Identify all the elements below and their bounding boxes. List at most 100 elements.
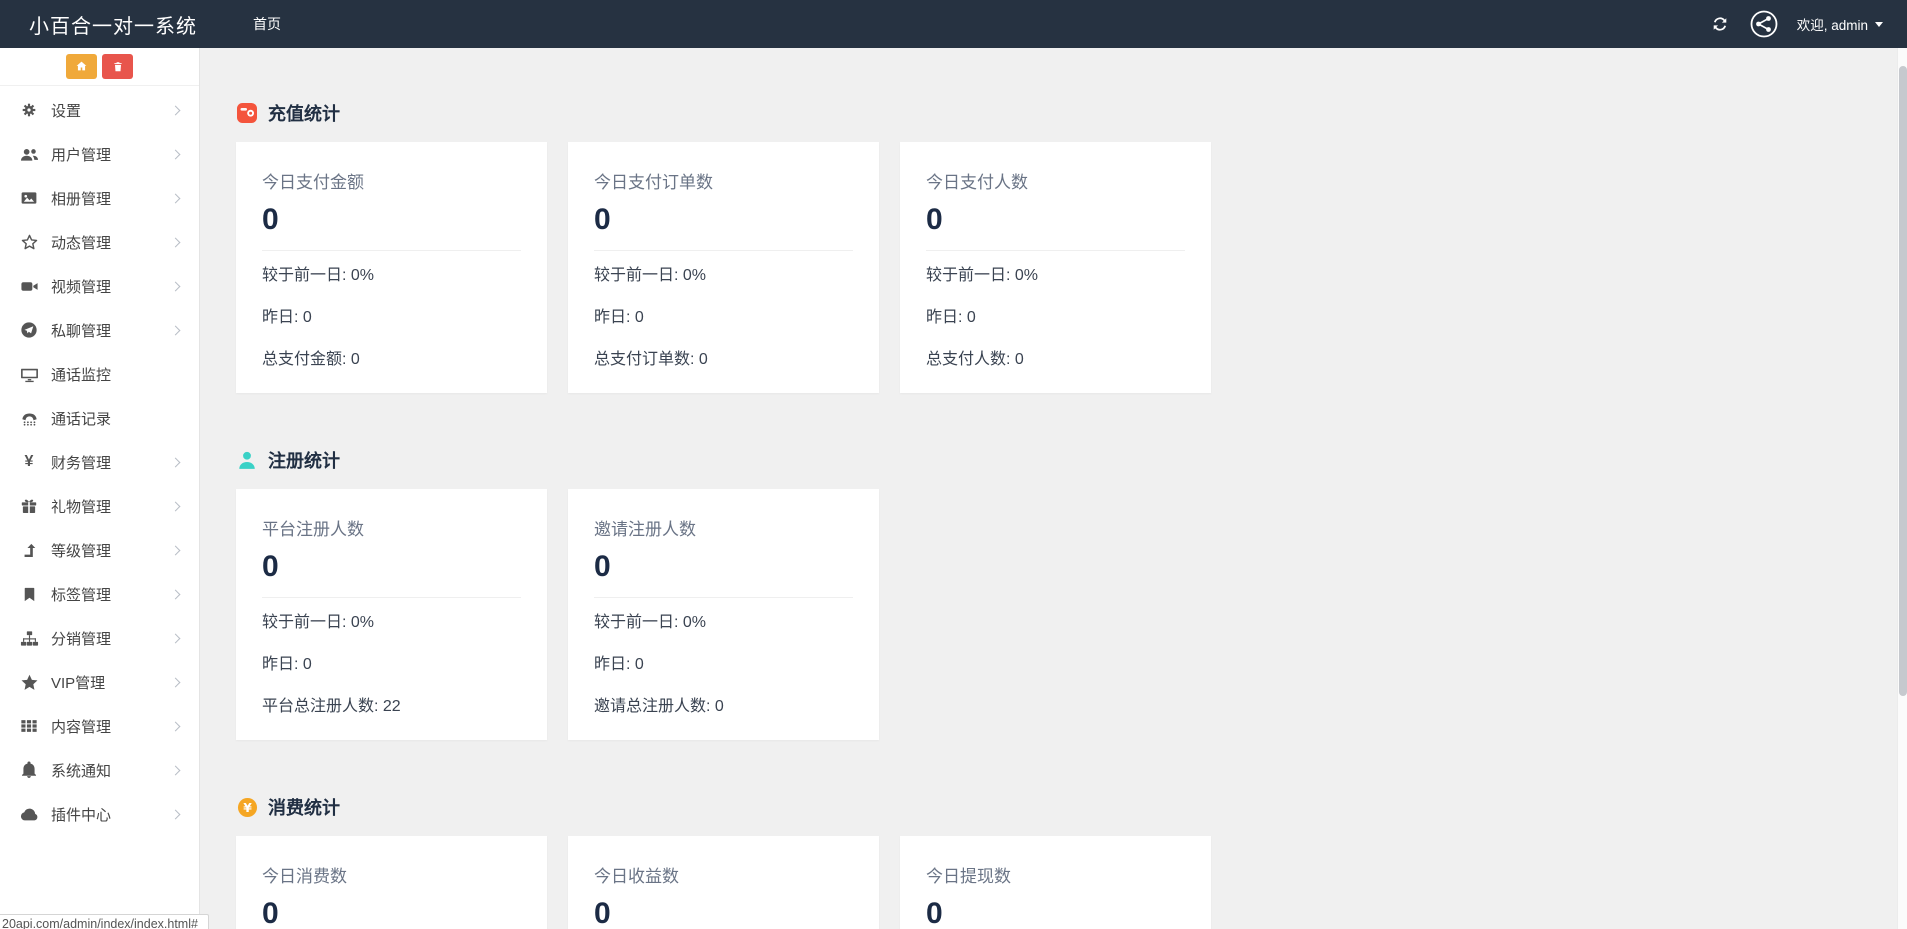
welcome-text: 欢迎, admin: [1796, 18, 1868, 33]
card-value: 0: [594, 203, 611, 236]
chevron-right-icon: [170, 809, 181, 819]
sidebar-item-label: 设置: [51, 102, 82, 120]
card-row: 较于前一日: 0%: [594, 267, 707, 284]
divider: [594, 597, 853, 598]
sidebar-item-albums[interactable]: 相册管理: [0, 176, 199, 220]
card-row: 昨日: 0: [926, 309, 976, 326]
bell-icon: [18, 760, 40, 780]
chevron-right-icon: [170, 501, 181, 511]
sidebar-item-gifts[interactable]: 礼物管理: [0, 484, 199, 528]
divider: [262, 250, 521, 251]
sidebar-item-users[interactable]: 用户管理: [0, 132, 199, 176]
card-row: 总支付订单数: 0: [594, 351, 708, 368]
card-value: 0: [594, 897, 611, 929]
card-row: 邀请总注册人数: 0: [594, 698, 724, 715]
video-camera-icon: [18, 276, 40, 296]
stat-card-withdraw-today: 今日提现数 0 较于前一日: 0%: [900, 836, 1211, 929]
sidebar-item-label: 私聊管理: [51, 322, 112, 340]
stat-card-invite-registrations: 邀请注册人数 0 较于前一日: 0% 昨日: 0 邀请总注册人数: 0: [568, 489, 879, 740]
section-register-stats: 注册统计 平台注册人数 0 较于前一日: 0% 昨日: 0 平台总注册人数: 2…: [236, 447, 1907, 740]
card-row: 总支付人数: 0: [926, 351, 1024, 368]
card-title: 今日支付人数: [926, 173, 1028, 192]
retro-phone-icon: [18, 408, 40, 428]
sidebar-item-levels[interactable]: 等级管理: [0, 528, 199, 572]
sidebar-item-private-chat[interactable]: 私聊管理: [0, 308, 199, 352]
cards-row: 平台注册人数 0 较于前一日: 0% 昨日: 0 平台总注册人数: 22 邀请注…: [236, 489, 1907, 740]
caret-down-icon: [1875, 21, 1883, 27]
card-row: 较于前一日: 0%: [594, 614, 707, 631]
card-title: 今日提现数: [926, 867, 1011, 886]
sidebar-item-label: VIP管理: [51, 674, 106, 692]
navbar-right: 欢迎, admin: [1709, 9, 1907, 39]
chevron-right-icon: [170, 105, 181, 115]
sidebar-item-label: 标签管理: [51, 586, 112, 604]
stat-card-pay-orders: 今日支付订单数 0 较于前一日: 0% 昨日: 0 总支付订单数: 0: [568, 142, 879, 393]
sidebar-item-plugins[interactable]: 插件中心: [0, 792, 199, 836]
users-icon: [18, 144, 40, 164]
card-value: 0: [262, 550, 279, 583]
sidebar-item-content[interactable]: 内容管理: [0, 704, 199, 748]
user-icon: [236, 449, 258, 471]
divider: [262, 597, 521, 598]
sidebar-item-label: 通话监控: [51, 366, 112, 384]
chevron-right-icon: [170, 545, 181, 555]
send-circle-icon: [18, 320, 40, 340]
user-menu[interactable]: 欢迎, admin: [1797, 14, 1883, 34]
top-navbar: 小百合一对一系统 首页 欢迎, admin: [0, 0, 1907, 48]
chevron-right-icon: [170, 193, 181, 203]
sidebar-item-label: 动态管理: [51, 234, 112, 252]
chevron-right-icon: [170, 149, 181, 159]
card-title: 今日支付订单数: [594, 173, 713, 192]
chevron-right-icon: [170, 325, 181, 335]
yen-circle-icon: ¥: [236, 796, 258, 818]
home-button[interactable]: [66, 54, 97, 79]
sidebar-item-label: 用户管理: [51, 146, 112, 164]
chevron-right-icon: [170, 237, 181, 247]
sidebar-item-moments[interactable]: 动态管理: [0, 220, 199, 264]
section-header: ¥ 消费统计: [236, 794, 1907, 820]
sidebar-item-settings[interactable]: 设置: [0, 88, 199, 132]
main-content: 充值统计 今日支付金额 0 较于前一日: 0% 昨日: 0 总支付金额: 0 今…: [200, 48, 1907, 929]
sidebar-item-call-monitor[interactable]: 通话监控: [0, 352, 199, 396]
cloud-icon: [18, 804, 40, 824]
sidebar-item-tags[interactable]: 标签管理: [0, 572, 199, 616]
scrollbar-thumb[interactable]: [1899, 66, 1907, 696]
card-value: 0: [262, 897, 279, 929]
sidebar-item-label: 视频管理: [51, 278, 112, 296]
image-icon: [18, 188, 40, 208]
refresh-icon[interactable]: [1709, 13, 1731, 35]
sidebar-item-label: 等级管理: [51, 542, 112, 560]
share-network-icon[interactable]: [1749, 9, 1779, 39]
sidebar-item-label: 分销管理: [51, 630, 112, 648]
sidebar-item-finance[interactable]: ¥ 财务管理: [0, 440, 199, 484]
star-outline-icon: [18, 232, 40, 252]
vertical-scrollbar[interactable]: [1897, 48, 1907, 929]
sidebar-item-vip[interactable]: VIP管理: [0, 660, 199, 704]
sidebar: 设置 用户管理 相册管理 动态管理 视频管理 私聊管理 通话监控 通话记录 ¥ …: [0, 48, 200, 929]
chevron-right-icon: [170, 589, 181, 599]
card-row: 昨日: 0: [262, 656, 312, 673]
sidebar-item-label: 相册管理: [51, 190, 112, 208]
sidebar-item-distribution[interactable]: 分销管理: [0, 616, 199, 660]
svg-text:¥: ¥: [243, 799, 252, 814]
sidebar-item-label: 内容管理: [51, 718, 112, 736]
sidebar-item-videos[interactable]: 视频管理: [0, 264, 199, 308]
yen-icon: ¥: [24, 453, 34, 470]
card-row: 昨日: 0: [262, 309, 312, 326]
trash-button[interactable]: [102, 54, 133, 79]
nav-tab-home[interactable]: 首页: [237, 0, 297, 48]
chevron-right-icon: [170, 457, 181, 467]
sidebar-item-label: 财务管理: [51, 454, 112, 472]
grid-icon: [18, 716, 40, 736]
card-value: 0: [262, 203, 279, 236]
card-value: 0: [594, 550, 611, 583]
card-title: 今日支付金额: [262, 173, 364, 192]
sidebar-item-notifications[interactable]: 系统通知: [0, 748, 199, 792]
status-url-text: 20api.com/admin/index/index.html#: [2, 917, 198, 929]
chevron-right-icon: [170, 633, 181, 643]
app-title: 小百合一对一系统: [29, 15, 197, 38]
sidebar-item-call-records[interactable]: 通话记录: [0, 396, 199, 440]
stat-card-pay-amount: 今日支付金额 0 较于前一日: 0% 昨日: 0 总支付金额: 0: [236, 142, 547, 393]
sidebar-item-label: 系统通知: [51, 762, 112, 780]
sidebar-menu: 设置 用户管理 相册管理 动态管理 视频管理 私聊管理 通话监控 通话记录 ¥ …: [0, 86, 199, 836]
